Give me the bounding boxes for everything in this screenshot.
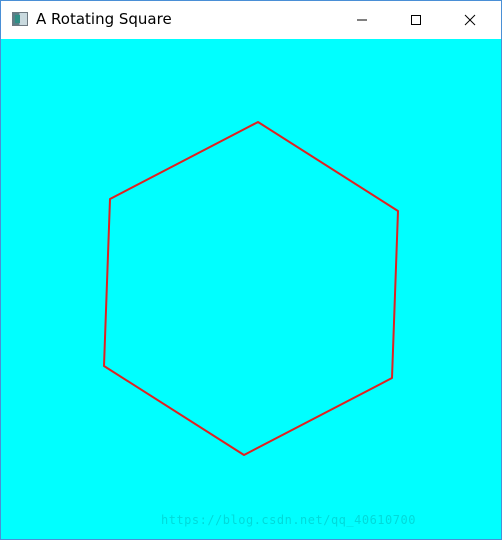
maximize-icon [411, 15, 421, 25]
title-bar[interactable]: A Rotating Square [1, 1, 501, 39]
maximize-button[interactable] [393, 1, 439, 39]
hexagon-outline [103, 121, 399, 456]
minimize-icon [357, 19, 367, 21]
drawing-canvas[interactable]: https://blog.csdn.net/qq_40610700 [1, 39, 501, 539]
close-button[interactable] [447, 1, 493, 39]
watermark-text: https://blog.csdn.net/qq_40610700 [161, 513, 416, 527]
app-window-icon[interactable] [12, 12, 28, 26]
close-icon [464, 14, 476, 26]
rotating-shape [103, 121, 399, 456]
app-window: A Rotating Square https://blog.csdn.net/… [0, 0, 502, 540]
minimize-button[interactable] [339, 1, 385, 39]
window-title: A Rotating Square [36, 10, 172, 28]
